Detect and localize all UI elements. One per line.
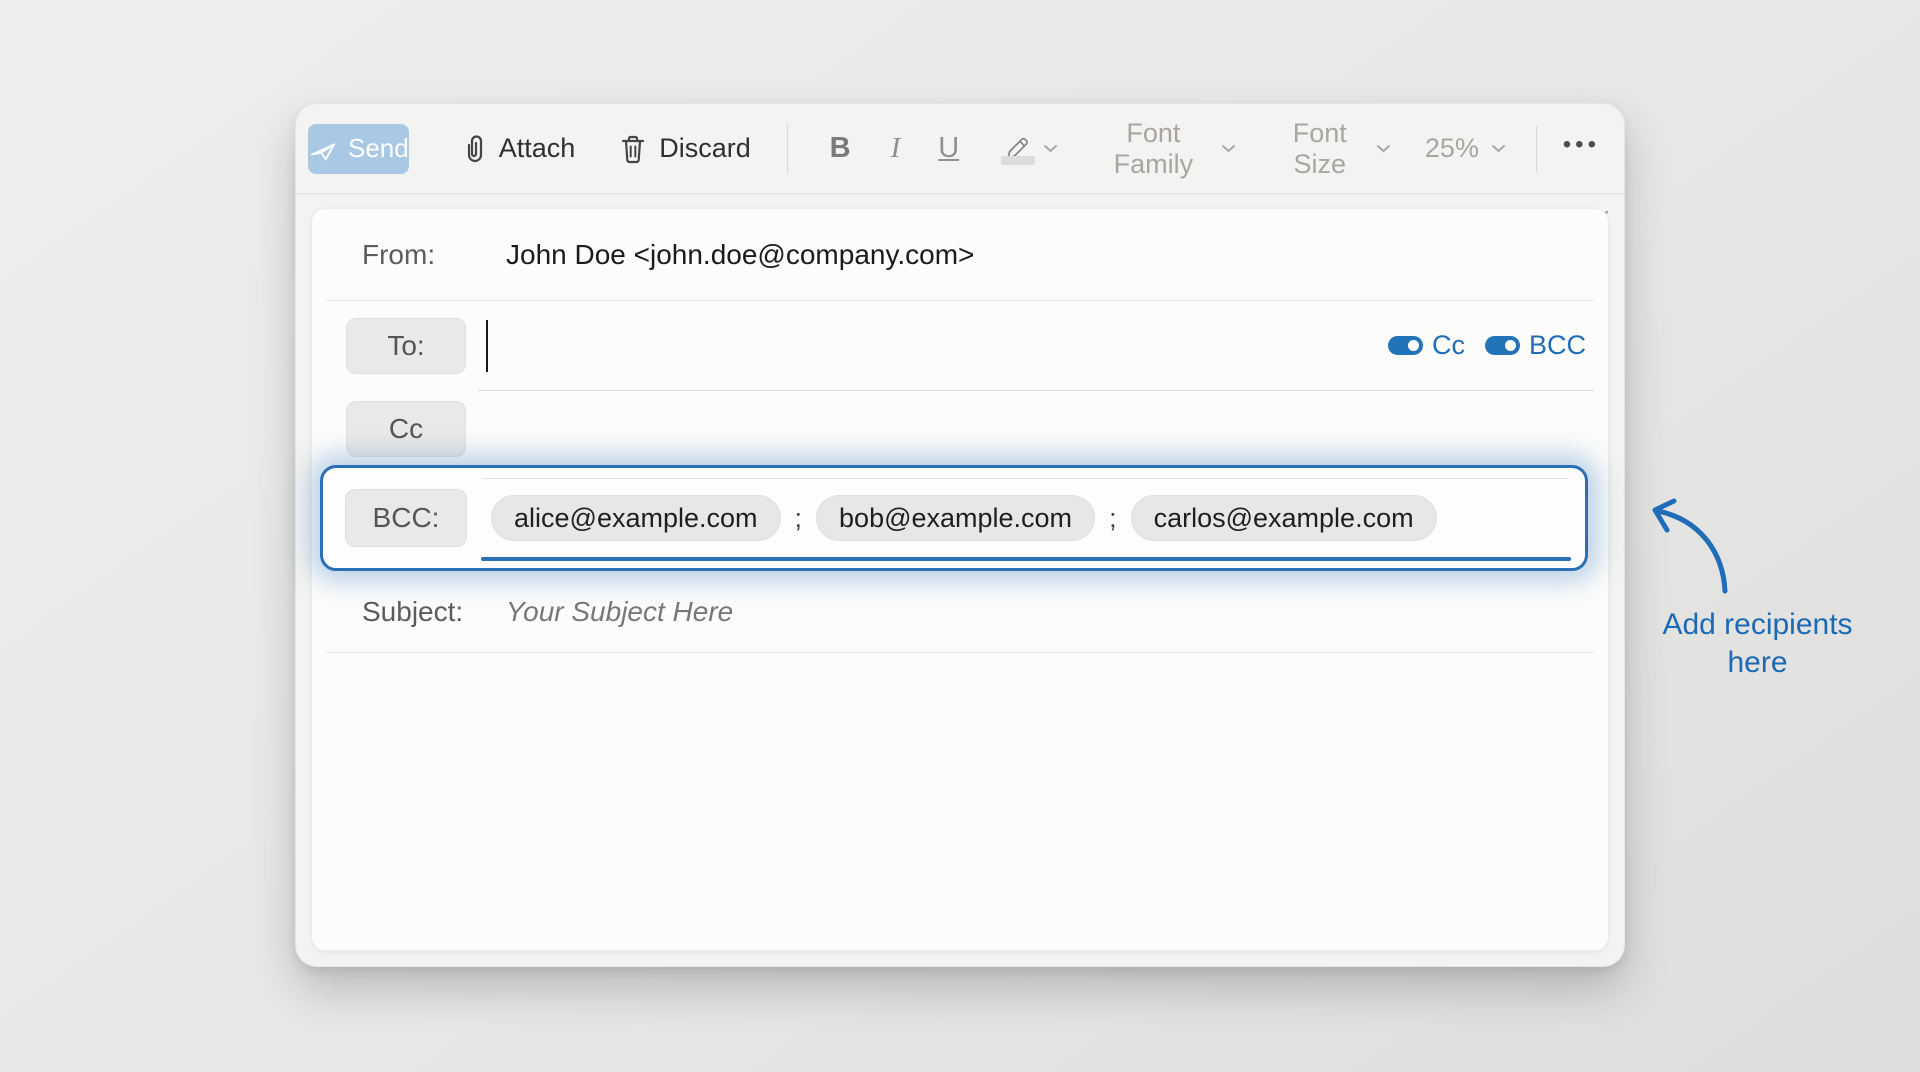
bold-button[interactable]: B [830,132,851,165]
highlight-pen-button[interactable] [1001,132,1058,165]
recipient-separator: ; [795,503,803,534]
from-row: From: John Doe <john.doe@company.com> [326,209,1594,301]
recipient-chip[interactable]: bob@example.com [816,495,1095,541]
to-input[interactable]: Cc BCC [478,301,1594,391]
bcc-toggle-label: BCC [1529,330,1586,361]
recipient-chip[interactable]: carlos@example.com [1131,495,1437,541]
chevron-down-icon [1376,144,1391,153]
send-button[interactable]: Send [308,124,409,174]
bcc-row-highlighted: BCC: alice@example.com ; bob@example.com… [320,465,1588,571]
email-compose-window: Send Attach Discard B I U [295,103,1625,967]
annotation-line-2: here [1655,644,1860,682]
italic-button[interactable]: I [891,132,901,165]
annotation-line-1: Add recipients [1655,606,1860,644]
bcc-toggle-group: BCC [1485,330,1586,361]
attach-button[interactable]: Attach [461,132,576,166]
recipient-separator: ; [1109,503,1117,534]
cc-row: Cc [326,391,1594,465]
send-button-label: Send [348,133,409,164]
toolbar-separator [1536,126,1537,172]
cc-toggle-group: Cc [1388,330,1465,361]
chevron-down-icon [1043,144,1058,153]
compose-toolbar: Send Attach Discard B I U [296,104,1624,194]
subject-row: Subject: Your Subject Here [326,571,1594,653]
text-cursor [486,320,488,372]
discard-button[interactable]: Discard [619,133,751,165]
more-options-button[interactable]: ••• [1563,131,1600,167]
zoom-value: 25% [1425,133,1479,164]
pen-color-bar [1001,156,1035,165]
cc-input-underline [483,478,1569,479]
attach-button-label: Attach [499,133,576,164]
recipient-chip[interactable]: alice@example.com [491,495,781,541]
to-button[interactable]: To: [346,318,466,374]
trash-icon [619,133,647,165]
send-icon [308,135,338,163]
annotation-text: Add recipients here [1655,606,1860,682]
bcc-toggle[interactable] [1485,336,1520,355]
cc-button[interactable]: Cc [346,401,466,457]
font-family-label: Font Family [1098,118,1208,180]
annotation-arrow-icon [1628,494,1748,604]
from-value[interactable]: John Doe <john.doe@company.com> [506,239,974,271]
cc-toggle-label: Cc [1432,330,1465,361]
chevron-down-icon [1221,144,1236,153]
discard-button-label: Discard [659,133,751,164]
cc-toggle[interactable] [1388,336,1423,355]
underline-button[interactable]: U [938,132,959,165]
font-size-dropdown[interactable]: Font Size [1276,118,1391,180]
subject-input[interactable]: Your Subject Here [506,596,1594,628]
pen-icon [1001,132,1035,165]
zoom-dropdown[interactable]: 25% [1425,133,1506,164]
paperclip-icon [461,132,487,166]
to-row: To: Cc BCC [326,301,1594,391]
bcc-recipient-chips: alice@example.com ; bob@example.com ; ca… [491,495,1437,541]
chevron-down-icon [1491,144,1506,153]
font-size-label: Font Size [1276,118,1364,180]
subject-label: Subject: [362,596,480,628]
font-family-dropdown[interactable]: Font Family [1098,118,1235,180]
bcc-button[interactable]: BCC: [345,489,467,547]
message-body-input[interactable] [326,653,1594,950]
compose-surface: From: John Doe <john.doe@company.com> To… [311,208,1609,951]
bcc-input-underline [481,557,1571,561]
from-label: From: [362,239,480,271]
toolbar-separator [787,124,788,174]
recipient-toggles: Cc BCC [1388,330,1586,361]
